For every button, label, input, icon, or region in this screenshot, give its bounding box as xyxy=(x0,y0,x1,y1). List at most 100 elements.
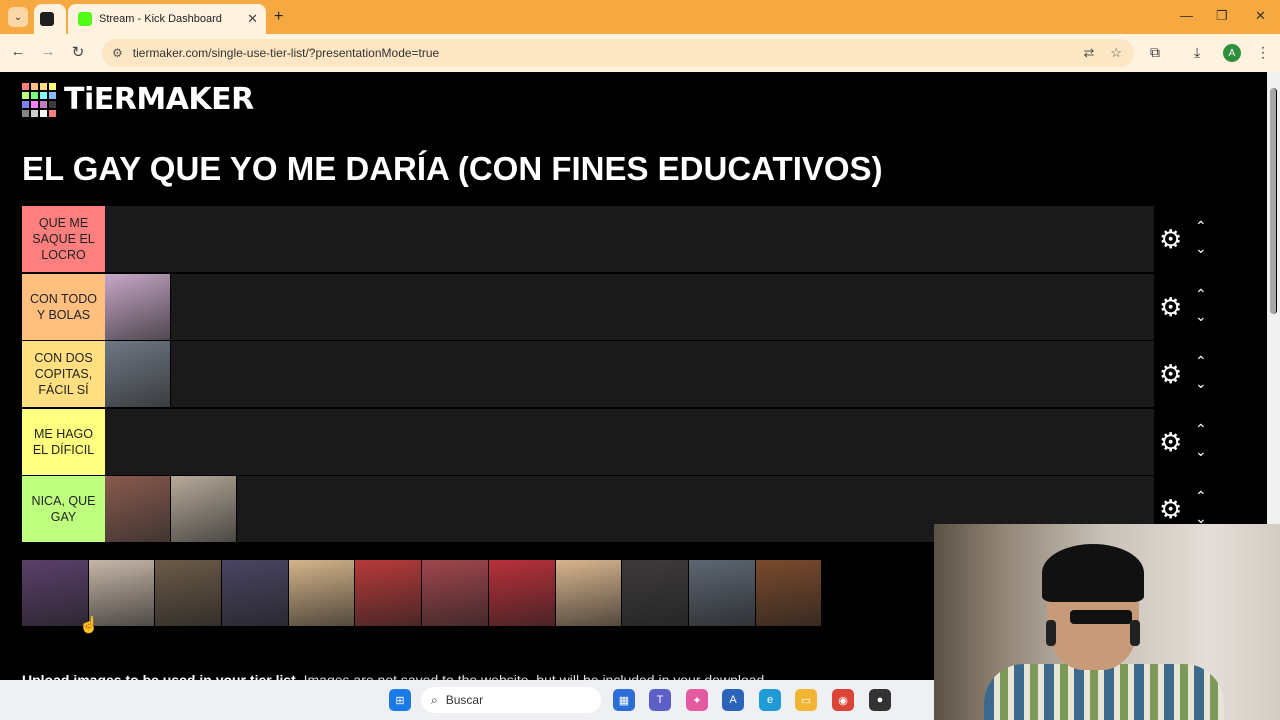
tier-label[interactable]: NICA, QUE GAY xyxy=(22,476,105,542)
tier-drop-zone[interactable] xyxy=(105,206,1154,272)
tier-settings-gear-icon[interactable]: ⚙ xyxy=(1159,496,1182,522)
move-tier-down-icon[interactable]: ⌄ xyxy=(1195,240,1207,257)
tier-row: ME HAGO EL DÍFICIL ⚙ ⌃ ⌄ xyxy=(22,408,1242,475)
scrollbar-thumb[interactable] xyxy=(1270,88,1277,314)
tab-tiermaker[interactable] xyxy=(34,4,66,34)
site-info-icon[interactable]: ⚙ xyxy=(112,46,123,60)
reload-icon[interactable]: ↻ xyxy=(68,43,88,61)
move-tier-up-icon[interactable]: ⌃ xyxy=(1195,421,1207,438)
tab-title: Stream - Kick Dashboard xyxy=(99,13,222,25)
new-tab-button[interactable]: + xyxy=(274,8,283,26)
logo-square xyxy=(40,100,47,108)
headset-right xyxy=(1130,620,1140,646)
unranked-pool xyxy=(22,560,823,626)
tier-item-red-hair-woman[interactable] xyxy=(105,273,171,340)
pool-item-7[interactable] xyxy=(422,560,489,626)
mouse-cursor-icon: ☝ xyxy=(79,617,99,634)
kick-favicon-icon xyxy=(78,12,92,26)
pool-item-8[interactable] xyxy=(488,560,556,626)
tier-drop-zone[interactable] xyxy=(105,409,1154,475)
extensions-icon[interactable]: ⧉ xyxy=(1150,44,1160,61)
tier-list: QUE ME SAQUE EL LOCRO ⚙ ⌃ ⌄ CON TODO Y BOLAS… xyxy=(22,206,1242,544)
logo-grid-icon xyxy=(22,82,56,117)
tier-item-woman-dark-hair[interactable] xyxy=(105,476,171,542)
tier-settings-gear-icon[interactable]: ⚙ xyxy=(1159,429,1182,455)
teams-icon[interactable]: T xyxy=(649,689,671,711)
webcam-person-hair xyxy=(1042,544,1144,602)
tier-row: QUE ME SAQUE EL LOCRO ⚙ ⌃ ⌄ xyxy=(22,206,1242,272)
menu-kebab-icon[interactable]: ⋮ xyxy=(1256,44,1270,61)
move-tier-down-icon[interactable]: ⌄ xyxy=(1195,308,1207,325)
close-window-icon[interactable]: ✕ xyxy=(1255,8,1266,24)
tier-label[interactable]: QUE ME SAQUE EL LOCRO xyxy=(22,206,105,272)
move-tier-up-icon[interactable]: ⌃ xyxy=(1195,218,1207,235)
tier-controls: ⚙ ⌃ ⌄ xyxy=(1154,408,1242,475)
move-tier-up-icon[interactable]: ⌃ xyxy=(1195,488,1207,505)
pool-item-9[interactable] xyxy=(555,560,623,626)
move-tier-down-icon[interactable]: ⌄ xyxy=(1195,443,1207,460)
logo-square xyxy=(40,91,47,99)
pool-item-4[interactable] xyxy=(222,560,289,626)
browser-toolbar: ← → ↻ ⚙ tiermaker.com/single-use-tier-li… xyxy=(0,34,1280,72)
move-tier-up-icon[interactable]: ⌃ xyxy=(1195,286,1207,303)
logo-square xyxy=(22,91,29,99)
close-tab-icon[interactable]: ✕ xyxy=(247,11,258,27)
obs-icon[interactable]: ● xyxy=(869,689,891,711)
profile-avatar[interactable]: A xyxy=(1223,44,1241,62)
url-text[interactable]: tiermaker.com/single-use-tier-list/?pres… xyxy=(133,46,439,60)
tier-label[interactable]: CON DOS COPITAS, FÁCIL SÍ xyxy=(22,341,105,407)
download-icon[interactable]: ⤓ xyxy=(1194,44,1200,61)
tier-row: CON TODO Y BOLAS ⚙ ⌃ ⌄ xyxy=(22,273,1242,340)
move-tier-down-icon[interactable]: ⌄ xyxy=(1195,375,1207,392)
webcam-person-glasses xyxy=(1070,610,1132,624)
pool-item-12[interactable] xyxy=(755,560,823,626)
logo-square xyxy=(31,100,38,108)
tier-row: CON DOS COPITAS, FÁCIL SÍ ⚙ ⌃ ⌄ xyxy=(22,341,1242,407)
pool-item-6[interactable] xyxy=(355,560,423,626)
tier-item-man-gym[interactable] xyxy=(105,341,171,407)
tier-item-curly-hair-person[interactable] xyxy=(171,476,237,542)
taskbar-search-text: Buscar xyxy=(445,693,484,707)
tier-controls: ⚙ ⌃ ⌄ xyxy=(1154,273,1242,340)
pool-item-10[interactable] xyxy=(622,560,689,626)
forward-icon[interactable]: → xyxy=(38,43,58,60)
tab-search-chevron-icon[interactable]: ⌄ xyxy=(8,7,28,27)
bookmark-star-icon[interactable]: ☆ xyxy=(1110,45,1122,61)
tier-label[interactable]: CON TODO Y BOLAS xyxy=(22,273,105,340)
logo-square xyxy=(31,91,38,99)
logo-text: TiERMAKER xyxy=(64,82,254,117)
logo-square xyxy=(22,100,29,108)
tier-settings-gear-icon[interactable]: ⚙ xyxy=(1159,361,1182,387)
logo-square xyxy=(49,91,56,99)
tiermaker-logo[interactable]: TiERMAKER xyxy=(22,82,254,117)
tier-settings-gear-icon[interactable]: ⚙ xyxy=(1159,226,1182,252)
edge-icon[interactable]: e xyxy=(759,689,781,711)
tier-controls: ⚙ ⌃ ⌄ xyxy=(1154,206,1242,272)
windows-start-icon[interactable]: ⊞ xyxy=(389,689,411,711)
pool-item-11[interactable] xyxy=(688,560,756,626)
store-icon[interactable]: A xyxy=(722,689,744,711)
pool-item-5[interactable] xyxy=(288,560,356,626)
move-tier-up-icon[interactable]: ⌃ xyxy=(1195,353,1207,370)
file-explorer-icon[interactable]: ▭ xyxy=(795,689,817,711)
minimize-icon[interactable]: — xyxy=(1180,8,1193,23)
widgets-icon[interactable]: ▦ xyxy=(613,689,635,711)
tab-kick-dashboard[interactable]: Stream - Kick Dashboard ✕ xyxy=(68,4,266,34)
pool-item-3[interactable] xyxy=(155,560,223,626)
address-bar[interactable]: ⚙ tiermaker.com/single-use-tier-list/?pr… xyxy=(102,39,1134,67)
restore-icon[interactable]: ❐ xyxy=(1216,8,1228,24)
back-icon[interactable]: ← xyxy=(8,43,28,60)
copilot-icon[interactable]: ✦ xyxy=(686,689,708,711)
tier-label[interactable]: ME HAGO EL DÍFICIL xyxy=(22,408,105,475)
logo-square xyxy=(40,109,47,117)
webcam-person-shirt xyxy=(984,664,1224,720)
logo-square xyxy=(31,82,38,90)
tier-settings-gear-icon[interactable]: ⚙ xyxy=(1159,294,1182,320)
taskbar-search[interactable]: ⌕ Buscar xyxy=(421,687,601,713)
translate-icon[interactable]: ⇄ xyxy=(1083,45,1094,61)
tiermaker-favicon-icon xyxy=(39,12,54,26)
tier-drop-zone[interactable] xyxy=(105,273,1154,340)
tier-controls: ⚙ ⌃ ⌄ xyxy=(1154,341,1242,407)
tier-drop-zone[interactable] xyxy=(105,341,1154,407)
chrome-icon[interactable]: ◉ xyxy=(832,689,854,711)
